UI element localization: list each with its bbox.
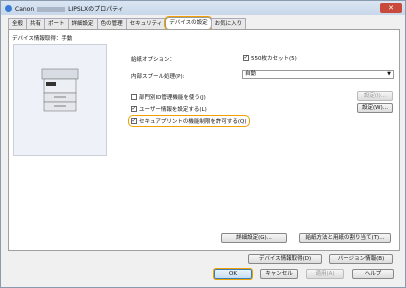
dept-settings-button[interactable]: 設定(I)...	[357, 91, 393, 101]
close-icon: ✕	[388, 4, 394, 12]
device-info-mode: デバイス情報取得：手動	[12, 36, 73, 42]
tab-device-settings[interactable]: デバイスの設定	[164, 16, 213, 30]
user-info-label: ユーザー情報を設定する(L)	[139, 107, 207, 113]
device-settings-panel: デバイス情報取得：手動 給紙オプション： 550枚カセット(5) 内部スプール処…	[8, 29, 400, 251]
secure-print-label: セキュアプリントの機能制限を許可する(Q)	[139, 119, 247, 125]
printer-icon	[41, 68, 79, 112]
cancel-button[interactable]: キャンセル	[260, 269, 298, 279]
secure-print-row[interactable]: セキュアプリントの機能制限を許可する(Q)	[128, 115, 250, 127]
properties-dialog: Canon LIPSLXのプロパティ ✕ 全般 共有 ポート 詳細設定 色の管理 …	[0, 0, 406, 288]
title-prefix: Canon	[15, 5, 35, 13]
ok-button[interactable]: OK	[213, 268, 253, 280]
title-suffix: LIPSLXのプロパティ	[68, 5, 124, 13]
tab-color-management[interactable]: 色の管理	[96, 18, 127, 29]
tab-sharing[interactable]: 共有	[26, 18, 46, 29]
secure-print-checkbox[interactable]	[131, 117, 137, 124]
get-device-info-button[interactable]: デバイス情報取得(D)	[248, 254, 322, 264]
printer-preview	[13, 44, 107, 156]
tab-strip: 全般 共有 ポート 詳細設定 色の管理 セキュリティ デバイスの設定 お気に入り	[8, 16, 247, 30]
paper-option-checkbox[interactable]	[243, 54, 249, 61]
tab-ports[interactable]: ポート	[44, 18, 69, 29]
close-button[interactable]: ✕	[380, 3, 402, 13]
paper-assignment-button[interactable]: 給紙方法と用紙の割り当て(T)...	[299, 233, 391, 243]
tab-general[interactable]: 全般	[8, 18, 28, 29]
apply-button[interactable]: 適用(A)	[306, 269, 344, 279]
canon-app-icon	[5, 4, 12, 12]
spool-label: 内部スプール処理(P):	[131, 74, 185, 80]
title-bar: Canon LIPSLXのプロパティ ✕	[1, 1, 405, 15]
tab-favorites[interactable]: お気に入り	[210, 18, 247, 29]
spool-select[interactable]: 自動 ▼	[242, 70, 394, 79]
version-info-button[interactable]: バージョン情報(B)	[329, 254, 393, 264]
dept-id-checkbox[interactable]	[131, 94, 137, 100]
paper-option-value: 550枚カセット(5)	[251, 56, 297, 62]
spool-value: 自動	[245, 71, 257, 77]
tab-advanced[interactable]: 詳細設定	[67, 18, 98, 29]
paper-option-label: 給紙オプション：	[131, 57, 176, 63]
help-button[interactable]: ヘルプ	[352, 269, 394, 279]
paper-option-checkbox-row[interactable]: 550枚カセット(5)	[243, 54, 297, 62]
tab-security[interactable]: セキュリティ	[125, 18, 167, 29]
detail-settings-button[interactable]: 詳細設定(G)...	[221, 233, 287, 243]
dept-id-row[interactable]: 部門別ID管理機能を使う(J)	[131, 93, 206, 101]
chevron-down-icon: ▼	[387, 71, 391, 77]
user-info-row[interactable]: ユーザー情報を設定する(L)	[131, 105, 207, 113]
redacted-model	[37, 6, 66, 12]
user-settings-button[interactable]: 設定(W)...	[357, 103, 393, 113]
user-info-checkbox[interactable]	[131, 105, 137, 112]
window-title: Canon LIPSLXのプロパティ	[15, 4, 124, 13]
dept-id-label: 部門別ID管理機能を使う(J)	[139, 95, 206, 101]
